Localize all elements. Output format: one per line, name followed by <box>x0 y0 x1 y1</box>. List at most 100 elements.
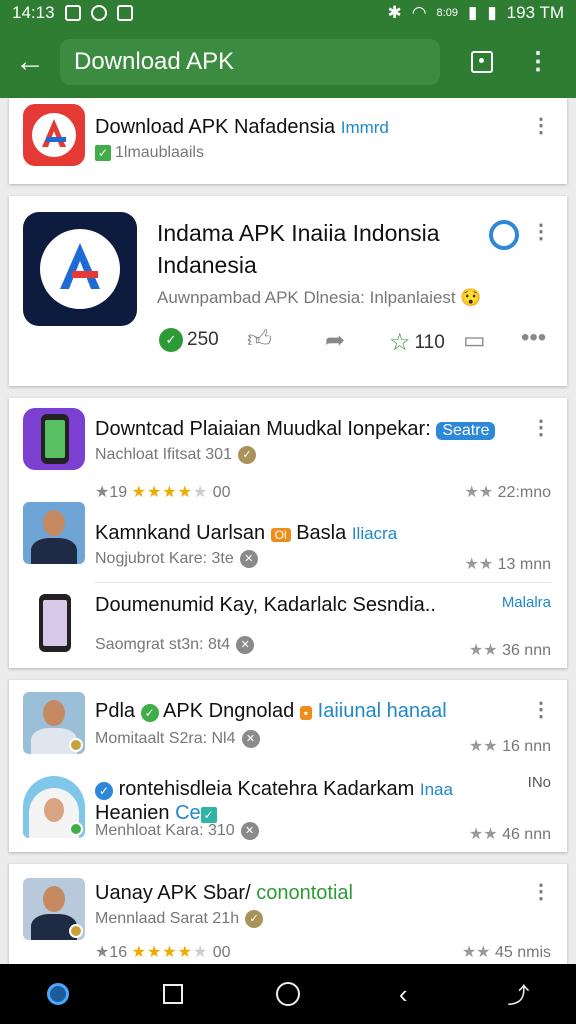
list-item-subtitle: Nogjubrot Kare: 3te ✕ <box>95 550 258 568</box>
featured-subtitle: Auwnpambad APK Dlnesia: Inlpanlaiest 😯 <box>157 288 482 307</box>
avatar <box>23 502 85 564</box>
featured-card[interactable]: Indama APK Inaiia Indonsia Indanesia Auw… <box>9 196 567 386</box>
list-item-tag: INo <box>527 774 551 791</box>
navigation-bar: ‹ ⤴ <box>0 964 576 1024</box>
list-item-title[interactable]: Kamnkand Uarlsan Ol Basla Iliacra <box>95 522 397 545</box>
bookmark-icon <box>471 51 493 73</box>
star-outline-icon: ☆ <box>389 329 411 356</box>
list-item-title[interactable]: ✓ rontehisdleia Kcatehra Kadarkam Inaa <box>95 778 453 801</box>
recents-button[interactable] <box>143 964 203 1024</box>
results-group-2: Pdla ✓ APK Dngnolad ▪ Iaiiunal hanaal Mo… <box>9 680 567 852</box>
list-item-meta: ★★ 22:mno <box>464 484 551 501</box>
app-tag: Immrd <box>340 118 389 137</box>
list-item-badge: Seatre <box>436 422 496 440</box>
wifi-icon: ◠ <box>411 3 427 22</box>
star-count[interactable]: ☆ 110 <box>389 328 445 357</box>
check-icon: ✓ <box>200 807 217 823</box>
bookmark-button[interactable] <box>454 26 510 98</box>
item-menu-button[interactable]: ⋮ <box>531 700 551 720</box>
list-item-meta: ★★ 13 mnn <box>464 556 551 573</box>
phone-thumbnail <box>39 594 71 652</box>
back-button[interactable]: ← <box>0 26 60 98</box>
rating-stars: ★★★★★ <box>131 944 209 961</box>
app-bar: ← Download APK ⋮ <box>0 26 576 98</box>
list-item-meta: ★★ 46 nnn <box>468 826 551 843</box>
list-item-meta: ★★ 16 nnn <box>468 738 551 755</box>
thumb-up-button[interactable]: 👍︎ <box>247 326 272 354</box>
app-icon <box>23 104 85 166</box>
apk-logo-icon <box>40 229 120 309</box>
more-vert-icon: ⋮ <box>526 48 550 75</box>
verified-icon: ✓ <box>95 782 113 800</box>
home-button[interactable] <box>258 964 318 1024</box>
comment-button[interactable]: ▭ <box>463 326 486 355</box>
more-horiz-icon: ••• <box>521 324 547 351</box>
top-result-card[interactable]: Download APK Nafadensia Immrd ✓ 1lmaublaa… <box>9 98 567 184</box>
check-icon: ✓ <box>245 910 264 928</box>
featured-title-line1: Indama APK Inaiia Indonsia <box>157 220 440 246</box>
star-icon: ★ <box>95 484 110 501</box>
status-right-text: 193 TM <box>506 3 564 22</box>
signal-text: 8:09 <box>436 7 458 19</box>
item-menu-button[interactable]: ⋮ <box>531 882 551 902</box>
check-icon: ✓ <box>237 446 256 464</box>
avatar <box>23 692 85 754</box>
rating-row: ★19 ★★★★★ 00 <box>95 484 231 501</box>
item-menu-button[interactable]: ⋮ <box>531 418 551 438</box>
list-item-tag: Malalra <box>501 594 551 611</box>
image-icon <box>116 5 133 21</box>
home-icon <box>275 982 300 1006</box>
list-item-subtitle: Mennlaad Sarat 21h ✓ <box>95 910 264 928</box>
app-subtitle: ✓ 1lmaublaails <box>95 144 204 162</box>
comment-icon: ▭ <box>463 327 486 354</box>
rotate-button[interactable]: ⤴ <box>488 964 548 1024</box>
assistant-button[interactable] <box>28 964 88 1024</box>
list-item-subtitle: Momitaalt S2ra: Nl4 ✕ <box>95 730 260 748</box>
status-time: 14:13 <box>12 3 55 22</box>
overflow-menu-button[interactable]: ⋮ <box>510 26 566 98</box>
search-text: Download APK <box>74 48 235 75</box>
signal-icon: ▮ <box>467 3 478 22</box>
item-menu-button[interactable]: ⋮ <box>531 116 551 136</box>
list-item-badge: ▪ <box>299 706 313 720</box>
rating-row: ★16 ★★★★★ 00 <box>95 944 231 961</box>
emoji-icon: 😯 <box>460 288 482 307</box>
close-icon: ✕ <box>241 730 260 748</box>
close-icon: ✕ <box>240 822 259 840</box>
list-item-title[interactable]: Uanay APK Sbar/ conontotial <box>95 882 353 905</box>
search-input[interactable]: Download APK <box>60 39 440 85</box>
app-icon <box>23 408 85 470</box>
search-badge-icon[interactable] <box>489 220 519 250</box>
close-icon: ✕ <box>239 550 258 568</box>
arrow-back-icon: ← <box>15 45 45 78</box>
like-count[interactable]: ✓ 250 <box>159 328 219 352</box>
bluetooth-icon: ✱ <box>387 3 402 22</box>
list-item-title[interactable]: Pdla ✓ APK Dngnolad ▪ Iaiiunal hanaal <box>95 700 447 723</box>
apk-logo-icon <box>32 113 76 157</box>
verified-icon: ✓ <box>140 704 159 722</box>
more-horiz-button[interactable]: ••• <box>521 324 546 352</box>
close-icon: ✕ <box>236 636 255 654</box>
list-item-meta: ★★ 36 nnn <box>468 642 551 659</box>
assistant-icon <box>46 983 69 1005</box>
featured-title-line2: Indanesia <box>157 252 257 278</box>
list-item-meta: ★★ 45 nmis <box>461 944 551 961</box>
share-button[interactable]: ➦ <box>325 326 345 355</box>
featured-app-icon <box>23 212 137 326</box>
status-bar: 14:13 ✱ ◠ 8:09 ▮ ▮ 193 TM <box>0 0 576 26</box>
star-icon: ★ <box>95 944 110 961</box>
verified-icon: ✓ <box>95 145 111 161</box>
avatar <box>23 776 85 838</box>
rotate-icon: ⤴ <box>507 983 530 1008</box>
list-item-badge: Ol <box>270 528 291 542</box>
app-title: Download APK Nafadensia Immrd <box>95 116 389 138</box>
back-nav-button[interactable]: ‹ <box>373 964 433 1024</box>
divider <box>95 582 551 583</box>
list-item-title[interactable]: Doumenumid Kay, Kadarlalc Sesndia.. <box>95 594 436 617</box>
rating-stars: ★★★★★ <box>131 484 209 501</box>
notification-icon <box>64 5 81 21</box>
chat-icon: ✓ <box>159 328 183 352</box>
list-item-subtitle: Saomgrat st3n: 8t4 ✕ <box>95 636 255 654</box>
list-item-title[interactable]: Downtcad Plaiaian Muudkal Ionpekar: Seat… <box>95 418 496 441</box>
featured-menu-button[interactable]: ⋮ <box>531 222 551 242</box>
